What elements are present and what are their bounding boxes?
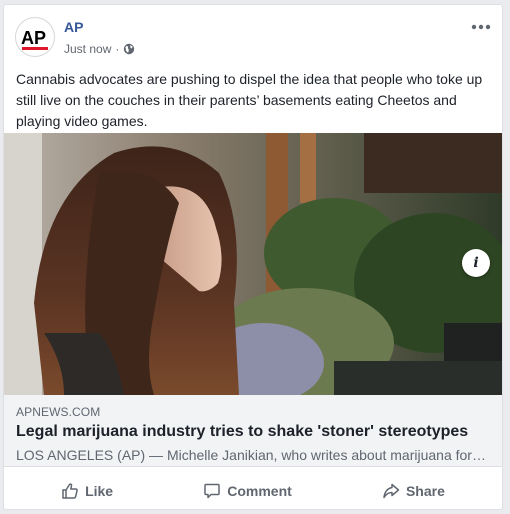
share-button[interactable]: Share — [382, 475, 445, 507]
link-image[interactable] — [4, 133, 502, 395]
post-header: AP AP Just now · — [15, 17, 492, 61]
info-icon[interactable]: i — [462, 249, 490, 277]
share-icon — [383, 483, 400, 499]
post-meta: Just now · — [64, 42, 135, 56]
ap-logo: AP — [21, 28, 48, 50]
author-name[interactable]: AP — [64, 19, 83, 35]
comment-icon — [204, 483, 220, 499]
link-title[interactable]: Legal marijuana industry tries to shake … — [16, 423, 468, 441]
thumbs-up-icon — [62, 483, 78, 499]
share-label: Share — [405, 483, 445, 499]
action-bar: Like Comment Share — [16, 475, 490, 507]
comment-button[interactable]: Comment — [203, 475, 292, 507]
link-description: LOS ANGELES (AP) — Michelle Janikian, wh… — [16, 447, 486, 463]
avatar[interactable]: AP — [15, 17, 55, 57]
timestamp[interactable]: Just now — [64, 42, 111, 56]
meta-separator: · — [115, 42, 120, 56]
comment-label: Comment — [227, 483, 292, 499]
like-label: Like — [85, 483, 114, 499]
link-preview[interactable]: APNEWS.COM Legal marijuana industry trie… — [4, 395, 502, 467]
link-domain: APNEWS.COM — [16, 405, 101, 419]
avatar-text: AP — [21, 28, 46, 48]
post-caption: Cannabis advocates are pushing to dispel… — [16, 71, 483, 129]
globe-icon — [123, 43, 135, 55]
like-button[interactable]: Like — [61, 475, 113, 507]
post-card: AP AP Just now · Cannabis advocates are … — [3, 4, 503, 510]
more-options-icon[interactable] — [470, 20, 492, 32]
